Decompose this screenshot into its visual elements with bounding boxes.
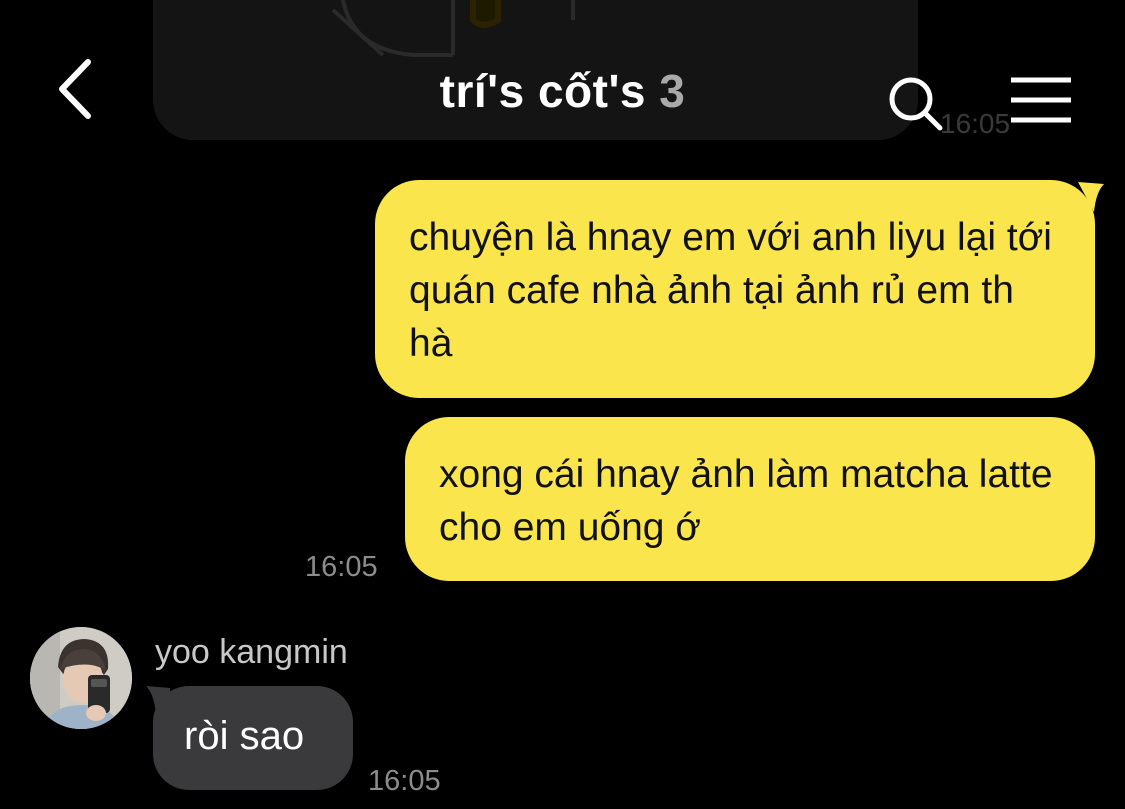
member-count: 3 [659,65,686,117]
my-message-bubble[interactable]: chuyện là hnay em với anh liyu lại tới q… [375,180,1095,398]
message-time: 16:05 [368,765,441,797]
avatar-photo [30,627,132,729]
chat-name: trí's cốt's [439,65,646,117]
message-time: 16:05 [305,551,378,583]
search-icon [889,77,943,131]
other-message-bubble[interactable]: ròi sao [153,686,353,790]
sender-name: yoo kangmin [155,633,348,671]
menu-button[interactable] [1008,76,1074,126]
search-button[interactable] [886,74,946,134]
chat-title: trí's cốt's 3 [0,64,1125,118]
chat-header: trí's cốt's 3 [0,0,1125,170]
avatar[interactable] [30,627,132,729]
hamburger-menu-icon [1011,77,1071,123]
my-message-bubble[interactable]: xong cái hnay ảnh làm matcha latte cho e… [405,417,1095,581]
